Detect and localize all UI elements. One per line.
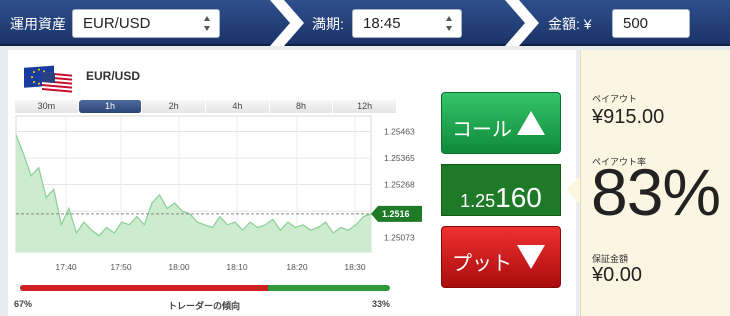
- amount-input-value: 500: [623, 15, 649, 32]
- svg-text:1.2516: 1.2516: [382, 209, 410, 219]
- updown-arrows-icon: [446, 16, 452, 31]
- guarantee-value: ¥0.00: [592, 264, 643, 286]
- price-main: 160: [495, 182, 542, 213]
- payout-value: ¥915.00: [592, 106, 665, 128]
- top-bar: 運用資産 EUR/USD 満期: 18:45 金額: ¥ 500: [0, 0, 730, 46]
- y-tick-label: 1.25073: [384, 233, 415, 243]
- asset-select-value: EUR/USD: [83, 15, 151, 32]
- current-price-tag: 1.2516: [371, 205, 422, 222]
- expiry-label: 満期:: [312, 16, 344, 32]
- put-button-label: プット: [452, 253, 512, 275]
- instrument-name: EUR/USD: [86, 69, 141, 83]
- x-tick-label: 18:10: [226, 262, 248, 272]
- asset-label: 運用資産: [10, 16, 66, 32]
- call-button[interactable]: コール: [441, 92, 561, 154]
- amount-label: 金額: ¥: [548, 16, 592, 32]
- expiry-select[interactable]: 18:45: [352, 9, 462, 38]
- y-tick-label: 1.25463: [384, 127, 415, 137]
- eu-us-flag-icon: [24, 65, 72, 93]
- y-tick-label: 1.25365: [384, 153, 415, 163]
- sentiment-label: トレーダーの傾向: [168, 301, 241, 311]
- asset-select[interactable]: EUR/USD: [72, 9, 220, 38]
- chevron-divider-icon: [270, 0, 304, 46]
- sentiment-call-percent: 67%: [14, 299, 33, 309]
- x-tick-label: 18:20: [286, 262, 308, 272]
- payout-panel: ペイアウト ¥915.00 ペイアウト率 83% 保証金額 ¥0.00: [580, 50, 730, 316]
- expiry-select-value: 18:45: [363, 15, 401, 32]
- x-tick-label: 17:50: [110, 262, 132, 272]
- y-tick-label: 1.25268: [384, 180, 415, 190]
- sentiment-bar: [20, 285, 390, 291]
- current-price: 1.25160: [441, 164, 561, 216]
- price-prefix: 1.25: [460, 191, 496, 211]
- put-button[interactable]: プット: [441, 226, 561, 288]
- payout-rate-value: 83%: [591, 155, 721, 229]
- payout-label: ペイアウト: [592, 94, 638, 104]
- arrow-down-icon: [517, 245, 545, 269]
- updown-arrows-icon: [204, 16, 210, 31]
- sentiment-put-percent: 33%: [372, 299, 391, 309]
- trade-panel: EUR/USD 30m 1h 2h 4h 8h 12h 1.25463 1.253…: [8, 50, 576, 316]
- sentiment-call-fill: [20, 285, 268, 291]
- chevron-divider-icon: [505, 0, 539, 46]
- x-tick-label: 17:40: [55, 262, 77, 272]
- call-button-label: コール: [452, 119, 512, 141]
- arrow-up-icon: [517, 111, 545, 135]
- x-tick-label: 18:30: [344, 262, 366, 272]
- x-tick-label: 18:00: [168, 262, 190, 272]
- payout-pointer: [566, 176, 580, 204]
- price-chart: 1.254631.253651.252681.251701.25073 17:4…: [15, 115, 422, 272]
- amount-input[interactable]: 500: [612, 9, 690, 38]
